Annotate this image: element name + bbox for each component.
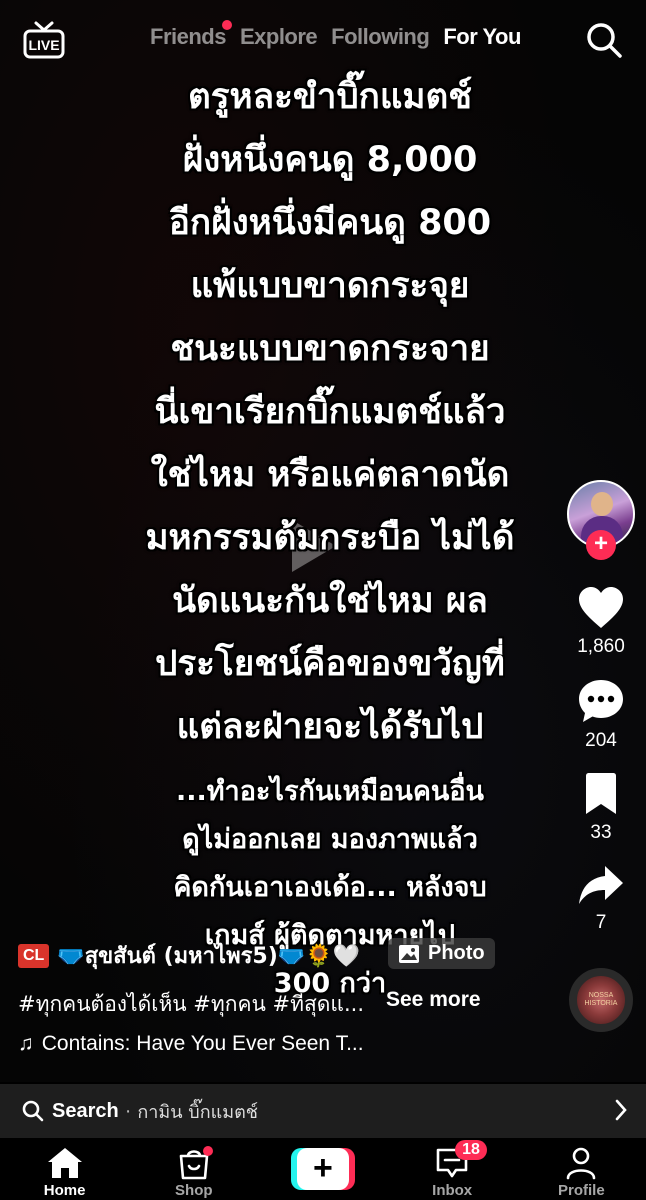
like-button[interactable]: 1,860 bbox=[577, 586, 625, 658]
search-icon bbox=[22, 1100, 44, 1122]
heart-icon bbox=[579, 587, 623, 628]
comment-button[interactable]: 204 bbox=[577, 678, 625, 752]
caption-line: ใช่ไหม หรือแค่ตลาดนัด bbox=[150, 455, 510, 495]
photo-label: Photo bbox=[428, 942, 485, 964]
nav-create[interactable]: + bbox=[268, 1138, 378, 1190]
bottom-nav: Home Shop + 18 Inbox Profile bbox=[0, 1138, 646, 1200]
chevron-right-icon bbox=[615, 1099, 627, 1121]
caption-line: นี่เขาเรียกบิ๊กแมตช์แล้ว bbox=[154, 392, 506, 432]
tab-explore[interactable]: Explore bbox=[239, 24, 318, 50]
inbox-badge: 18 bbox=[455, 1140, 487, 1160]
share-button[interactable]: 7 bbox=[577, 864, 625, 934]
search-separator: · bbox=[124, 1099, 132, 1122]
tab-for-you-label: For You bbox=[443, 24, 521, 49]
caption-line: อีกฝั่งหนึ่งมีคนดู 800 bbox=[168, 203, 492, 243]
caption-line: คิดกันเอาเองเด้อ... หลังจบ bbox=[173, 872, 487, 903]
cl-badge: CL bbox=[18, 943, 50, 968]
feed-tabs: Friends Explore Following For You bbox=[150, 20, 521, 50]
nav-home-label: Home bbox=[43, 1182, 86, 1199]
tab-friends[interactable]: Friends bbox=[150, 20, 232, 50]
save-button[interactable]: 33 bbox=[583, 772, 619, 844]
comment-icon bbox=[579, 680, 623, 722]
create-button[interactable]: + bbox=[290, 1148, 355, 1190]
author-row[interactable]: CL 🩲สุขสันต์ (มหาไพร5)🩲🌻🤍 bbox=[18, 938, 360, 973]
tab-for-you[interactable]: For You bbox=[443, 24, 521, 50]
music-info[interactable]: ♫ Contains: Have You Ever Seen T... bbox=[18, 1032, 364, 1056]
overlay-caption-main: ตรูหละขำบิ๊กแมตช์ ฝั่งหนึ่งคนดู 8,000 อี… bbox=[95, 66, 565, 759]
disc-label: NOSSA HISTORIA bbox=[584, 992, 618, 1007]
caption-line: นัดแนะกันใช่ไหม ผล bbox=[172, 581, 488, 621]
save-count: 33 bbox=[590, 822, 612, 843]
caption-line: ฝั่งหนึ่งคนดู 8,000 bbox=[182, 140, 478, 180]
home-icon bbox=[47, 1148, 82, 1178]
caption-line: ตรูหละขำบิ๊กแมตช์ bbox=[188, 77, 472, 117]
tab-friends-label: Friends bbox=[150, 24, 226, 49]
nav-profile-label: Profile bbox=[558, 1182, 605, 1199]
caption-line: ประโยชน์คือของขวัญที่ bbox=[155, 644, 505, 684]
nav-inbox-label: Inbox bbox=[432, 1182, 473, 1199]
plus-icon: + bbox=[296, 1148, 349, 1190]
tab-explore-label: Explore bbox=[239, 24, 318, 49]
tab-following-label: Following bbox=[331, 24, 430, 49]
like-count: 1,860 bbox=[577, 636, 625, 657]
caption-line: แต่ละฝ่ายจะได้รับไป bbox=[176, 707, 484, 747]
avatar-face bbox=[591, 492, 613, 516]
live-icon[interactable]: LIVE bbox=[22, 20, 66, 60]
caption-line: ดูไม่ออกเลย มองภาพแล้ว bbox=[182, 824, 478, 855]
see-more-link[interactable]: See more bbox=[386, 988, 481, 1012]
bookmark-icon bbox=[586, 773, 616, 814]
nav-shop[interactable]: Shop bbox=[139, 1138, 249, 1199]
author-name[interactable]: 🩲สุขสันต์ (มหาไพร5)🩲🌻🤍 bbox=[57, 938, 360, 973]
tab-following[interactable]: Following bbox=[331, 24, 430, 50]
photo-mode-badge[interactable]: Photo bbox=[388, 938, 495, 969]
music-disc[interactable]: NOSSA HISTORIA bbox=[569, 968, 633, 1032]
search-label: Search bbox=[52, 1099, 119, 1122]
nav-shop-label: Shop bbox=[175, 1182, 213, 1199]
caption-line: ...ทำอะไรกันเหมือนคนอื่น bbox=[175, 776, 485, 807]
search-suggestion-bar[interactable]: Search · กามิน บิ๊กแมตช์ bbox=[0, 1084, 646, 1138]
profile-icon bbox=[567, 1147, 596, 1180]
follow-button[interactable]: + bbox=[586, 530, 616, 560]
comment-count: 204 bbox=[585, 730, 617, 751]
nav-profile[interactable]: Profile bbox=[526, 1138, 636, 1199]
image-icon bbox=[399, 944, 419, 963]
search-icon[interactable] bbox=[584, 20, 624, 60]
caption-line: แพ้แบบขาดกระจุย bbox=[190, 266, 470, 306]
svg-text:LIVE: LIVE bbox=[28, 37, 59, 53]
share-icon bbox=[579, 866, 623, 904]
nav-home[interactable]: Home bbox=[10, 1138, 120, 1199]
share-count: 7 bbox=[595, 912, 607, 933]
search-query: กามิน บิ๊กแมตช์ bbox=[137, 1101, 258, 1123]
caption-line: มหกรรมต้มกระบือ ไม่ได้ bbox=[145, 518, 515, 558]
music-title: Contains: Have You Ever Seen T... bbox=[41, 1032, 364, 1055]
shop-notification-dot bbox=[202, 1146, 213, 1156]
music-note-icon: ♫ bbox=[18, 1032, 34, 1055]
notification-dot bbox=[221, 20, 232, 30]
nav-inbox[interactable]: 18 Inbox bbox=[397, 1138, 507, 1199]
hashtags[interactable]: #ทุกคนต้องได้เห็น #ทุกคน #ที่สุดแ... bbox=[18, 988, 364, 1021]
caption-line: ชนะแบบขาดกระจาย bbox=[170, 329, 490, 369]
action-rail: + 1,860 204 33 7 NOSSA HISTORIA bbox=[564, 480, 638, 1032]
